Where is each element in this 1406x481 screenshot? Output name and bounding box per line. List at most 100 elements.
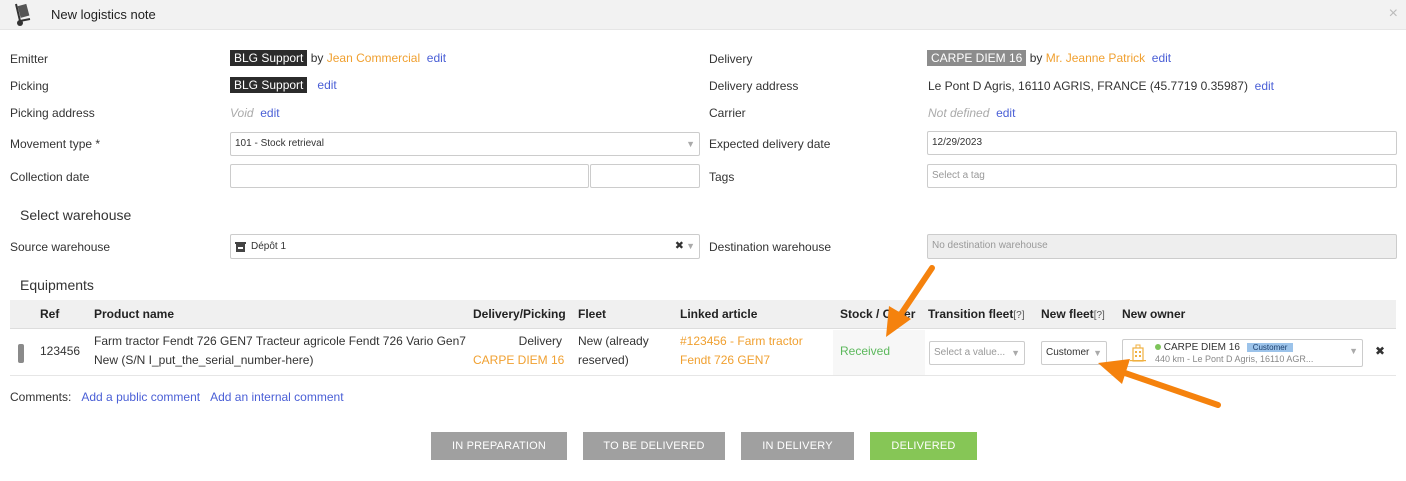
col-ref: Ref xyxy=(40,307,60,321)
chevron-down-icon: ▼ xyxy=(686,139,695,149)
delivery-person[interactable]: Mr. Jeanne Patrick xyxy=(1046,51,1145,65)
status-in-preparation-button[interactable]: IN PREPARATION xyxy=(431,432,567,460)
comments-label: Comments: xyxy=(10,390,72,404)
hand-truck-icon xyxy=(15,3,31,26)
new-owner-select[interactable]: CARPE DIEM 16 Customer 440 km - Le Pont … xyxy=(1122,339,1363,367)
delivery-label: Delivery xyxy=(709,52,753,66)
add-internal-comment-link[interactable]: Add an internal comment xyxy=(210,390,343,404)
delivery-address-value: Le Pont D Agris, 16110 AGRIS, FRANCE (45… xyxy=(928,79,1274,93)
delivery-badge: CARPE DIEM 16 xyxy=(927,50,1027,66)
transition-fleet-help[interactable]: [?] xyxy=(1013,310,1024,321)
owner-name: CARPE DIEM 16 xyxy=(1163,342,1240,353)
picking-address-void: Void xyxy=(230,106,254,120)
picking-edit-link[interactable]: edit xyxy=(317,78,336,92)
emitter-person[interactable]: Jean Commercial xyxy=(327,51,420,65)
add-public-comment-link[interactable]: Add a public comment xyxy=(81,390,200,404)
row-linked-article-line2[interactable]: Fendt 726 GEN7 xyxy=(680,351,770,370)
transition-fleet-placeholder: Select a value... xyxy=(934,347,1006,358)
owner-detail: 440 km - Le Pont D Agris, 16110 AGR... xyxy=(1155,354,1314,364)
row-product-line2: New (S/N I_put_the_serial_number-here) xyxy=(94,353,314,367)
tags-label: Tags xyxy=(709,170,735,184)
new-fleet-help[interactable]: [?] xyxy=(1094,310,1105,321)
drag-handle-icon[interactable] xyxy=(18,344,24,363)
equipments-heading: Equipments xyxy=(20,277,94,293)
emitter-by: by xyxy=(310,51,324,65)
destination-warehouse-placeholder: No destination warehouse xyxy=(932,240,1048,251)
owner-line1: CARPE DIEM 16 Customer xyxy=(1155,342,1294,354)
dialog-titlebar: New logistics note × xyxy=(0,0,1406,30)
col-transition-fleet-label: Transition fleet xyxy=(928,307,1014,321)
col-delivery-picking: Delivery/Picking xyxy=(473,307,566,321)
transition-fleet-select[interactable]: Select a value... ▼ xyxy=(929,341,1025,365)
building-icon xyxy=(1130,344,1146,362)
stock-status-cell: Received xyxy=(833,330,925,375)
source-warehouse-select[interactable]: Dépôt 1 ✖ ▼ xyxy=(230,234,700,259)
expected-delivery-date-label: Expected delivery date xyxy=(709,137,831,151)
tags-placeholder: Select a tag xyxy=(932,170,985,181)
col-product-name: Product name xyxy=(94,307,175,321)
emitter-value: BLG Support by Jean Commercial edit xyxy=(230,50,446,66)
row-fleet-line1: New (already xyxy=(578,334,649,348)
collection-date-label: Collection date xyxy=(10,170,90,184)
picking-label: Picking xyxy=(10,79,49,93)
destination-warehouse-label: Destination warehouse xyxy=(709,240,832,254)
movement-type-label: Movement type * xyxy=(10,137,101,151)
collection-time-input[interactable] xyxy=(590,164,700,188)
owner-badge: Customer xyxy=(1246,343,1294,352)
row-fleet-line2: reserved) xyxy=(578,353,629,367)
status-in-delivery-button[interactable]: IN DELIVERY xyxy=(741,432,854,460)
movement-type-select[interactable]: 101 - Stock retrieval ▼ xyxy=(230,132,700,156)
emitter-edit-link[interactable]: edit xyxy=(427,51,446,65)
delivery-address-edit-link[interactable]: edit xyxy=(1255,79,1274,93)
expected-delivery-date-value: 12/29/2023 xyxy=(932,137,983,148)
equipments-table-header: Ref Product name Delivery/Picking Fleet … xyxy=(10,300,1396,329)
status-dot-icon xyxy=(1155,344,1161,350)
col-new-fleet-label: New fleet xyxy=(1041,307,1094,321)
row-product-line1: Farm tractor Fendt 726 GEN7 Tracteur agr… xyxy=(94,334,466,348)
table-row: 123456 Farm tractor Fendt 726 GEN7 Tract… xyxy=(10,330,1396,376)
warehouse-icon xyxy=(235,242,246,252)
dialog-title: New logistics note xyxy=(51,7,156,22)
clear-warehouse-icon[interactable]: ✖ xyxy=(675,235,684,257)
delivery-value: CARPE DIEM 16 by Mr. Jeanne Patrick edit xyxy=(927,50,1171,66)
chevron-down-icon: ▼ xyxy=(1011,348,1020,358)
chevron-down-icon: ▼ xyxy=(1349,346,1358,356)
carrier-edit-link[interactable]: edit xyxy=(996,106,1015,120)
delivery-by: by xyxy=(1029,51,1043,65)
row-linked-article-line1[interactable]: #123456 - Farm tractor xyxy=(680,332,803,351)
col-new-fleet: New fleet[?] xyxy=(1041,307,1105,321)
chevron-down-icon: ▼ xyxy=(686,241,695,251)
collection-date-input[interactable] xyxy=(230,164,589,188)
source-warehouse-label: Source warehouse xyxy=(10,240,111,254)
col-linked-article: Linked article xyxy=(680,307,758,321)
movement-type-value: 101 - Stock retrieval xyxy=(235,138,324,149)
picking-address-edit-link[interactable]: edit xyxy=(260,106,279,120)
emitter-badge: BLG Support xyxy=(230,50,308,66)
tags-input[interactable]: Select a tag xyxy=(927,164,1397,188)
stock-status: Received xyxy=(840,344,891,358)
destination-warehouse-select: No destination warehouse xyxy=(927,234,1397,259)
col-transition-fleet: Transition fleet[?] xyxy=(928,307,1024,321)
source-warehouse-value: Dépôt 1 xyxy=(251,241,287,252)
delivery-address-text: Le Pont D Agris, 16110 AGRIS, FRANCE (45… xyxy=(928,79,1248,93)
picking-badge: BLG Support xyxy=(230,77,308,93)
row-delivery-type: Delivery xyxy=(518,334,562,348)
row-ref: 123456 xyxy=(40,344,81,358)
comments-bar: Comments: Add a public comment Add an in… xyxy=(10,390,344,404)
remove-row-icon[interactable]: ✖ xyxy=(1375,342,1385,361)
expected-delivery-date-input[interactable]: 12/29/2023 xyxy=(927,131,1397,155)
row-delivery-target[interactable]: CARPE DIEM 16 xyxy=(473,351,564,370)
col-stock-order: Stock / Order xyxy=(840,307,916,321)
emitter-label: Emitter xyxy=(10,52,49,66)
picking-address-label: Picking address xyxy=(10,106,95,120)
picking-value: BLG Support edit xyxy=(230,77,337,93)
status-to-be-delivered-button[interactable]: TO BE DELIVERED xyxy=(583,432,725,460)
new-fleet-select[interactable]: Customer ▼ xyxy=(1041,341,1107,365)
carrier-value: Not defined edit xyxy=(928,106,1015,120)
delivery-edit-link[interactable]: edit xyxy=(1152,51,1171,65)
close-icon[interactable]: × xyxy=(1389,5,1398,23)
picking-address-value: Void edit xyxy=(230,106,280,120)
status-delivered-button[interactable]: DELIVERED xyxy=(870,432,977,460)
select-warehouse-heading: Select warehouse xyxy=(20,207,132,223)
carrier-label: Carrier xyxy=(709,106,746,120)
